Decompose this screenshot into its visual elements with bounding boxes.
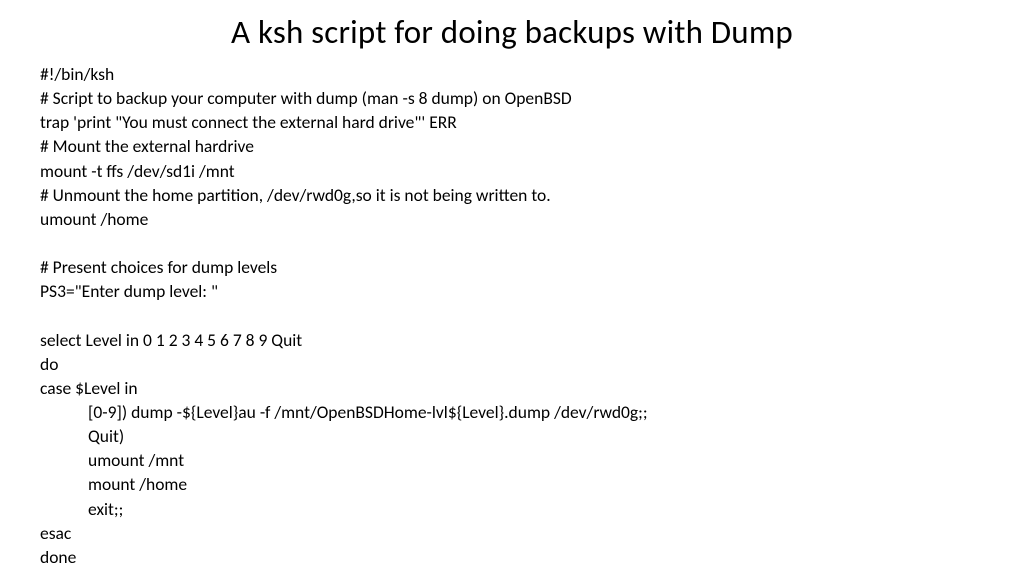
code-line-indented: mount /home bbox=[40, 472, 187, 496]
code-line: # Unmount the home partition, /dev/rwd0g… bbox=[40, 184, 551, 206]
code-line-indented: exit;; bbox=[40, 497, 123, 521]
code-line: done bbox=[40, 546, 76, 568]
code-line: trap 'print "You must connect the extern… bbox=[40, 111, 457, 133]
code-line: do bbox=[40, 353, 58, 375]
code-line: #!/bin/ksh bbox=[40, 63, 114, 85]
code-line-indented: [0-9]) dump -${Level}au -f /mnt/OpenBSDH… bbox=[40, 400, 648, 424]
code-line: mount -t ffs /dev/sd1i /mnt bbox=[40, 160, 235, 182]
code-line: # Present choices for dump levels bbox=[40, 256, 277, 278]
code-line: esac bbox=[40, 522, 71, 544]
slide: A ksh script for doing backups with Dump… bbox=[0, 0, 1024, 576]
code-line: umount /home bbox=[40, 208, 148, 230]
code-line: # Script to backup your computer with du… bbox=[40, 87, 572, 109]
code-line: # Mount the external hardrive bbox=[40, 135, 254, 157]
code-line: PS3="Enter dump level: " bbox=[40, 280, 218, 302]
code-line-indented: umount /mnt bbox=[40, 448, 184, 472]
code-line: select Level in 0 1 2 3 4 5 6 7 8 9 Quit bbox=[40, 329, 302, 351]
slide-title: A ksh script for doing backups with Dump bbox=[40, 12, 984, 52]
code-line-indented: Quit) bbox=[40, 424, 124, 448]
code-line: case $Level in bbox=[40, 377, 138, 399]
code-block: #!/bin/ksh # Script to backup your compu… bbox=[40, 62, 984, 569]
